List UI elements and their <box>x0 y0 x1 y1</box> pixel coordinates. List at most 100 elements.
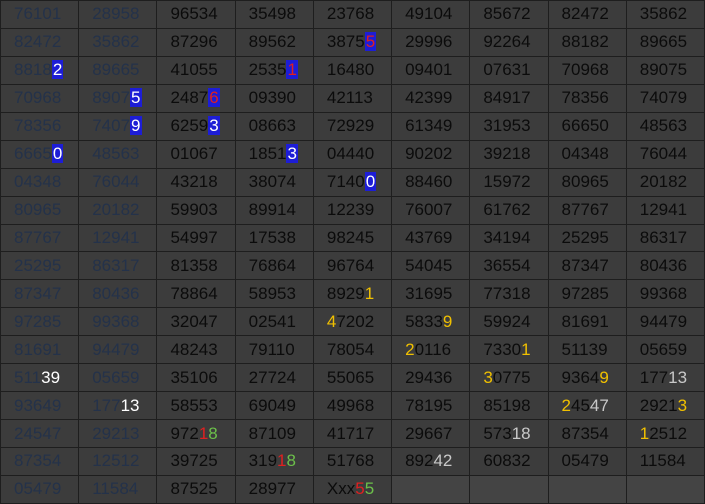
grid-cell[interactable]: 80965 <box>547 167 627 197</box>
grid-cell[interactable]: 11584 <box>78 474 158 504</box>
grid-cell[interactable]: 17713 <box>625 363 705 393</box>
grid-cell[interactable]: 09390 <box>234 83 314 113</box>
grid-cell[interactable]: 73301 <box>469 335 549 365</box>
grid-cell[interactable]: 76007 <box>391 195 471 225</box>
grid-cell[interactable]: 43218 <box>156 167 236 197</box>
grid-cell[interactable]: 12239 <box>312 195 393 225</box>
grid-cell[interactable]: 89562 <box>234 27 314 57</box>
grid-cell[interactable]: 88182 <box>547 27 627 57</box>
grid-cell[interactable]: 02541 <box>234 307 314 337</box>
grid-cell[interactable]: 24547 <box>0 419 80 448</box>
grid-cell[interactable]: 84917 <box>469 83 549 113</box>
grid-cell[interactable]: 93649 <box>0 391 80 421</box>
grid-cell[interactable]: 61349 <box>391 111 471 141</box>
grid-cell[interactable]: 58339 <box>391 307 471 337</box>
grid-cell[interactable]: 42399 <box>391 83 471 113</box>
grid-cell[interactable]: 59924 <box>469 307 549 337</box>
grid-cell[interactable]: 76044 <box>625 139 705 169</box>
grid-cell[interactable]: 89665 <box>625 27 705 57</box>
grid-cell[interactable]: 78864 <box>156 279 236 309</box>
grid-cell[interactable]: 85672 <box>469 0 549 29</box>
grid-cell[interactable]: 89914 <box>234 195 314 225</box>
grid-cell[interactable]: 87767 <box>0 223 80 253</box>
grid-cell[interactable]: 04348 <box>0 167 80 197</box>
grid-cell[interactable]: 04440 <box>312 139 393 169</box>
grid-cell[interactable]: 89242 <box>391 447 471 476</box>
grid-cell[interactable]: 41717 <box>312 419 393 448</box>
grid-cell[interactable]: 77318 <box>469 279 549 309</box>
grid-cell[interactable]: 80965 <box>0 195 80 225</box>
grid-cell[interactable]: 87354 <box>0 447 80 476</box>
grid-cell[interactable]: 29667 <box>391 419 471 448</box>
grid-cell[interactable]: 78195 <box>391 391 471 421</box>
grid-cell-empty[interactable] <box>469 474 549 504</box>
grid-cell[interactable]: 34194 <box>469 223 549 253</box>
grid-cell[interactable]: 89291 <box>312 279 393 309</box>
grid-cell[interactable]: 89075 <box>625 55 705 85</box>
grid-cell[interactable]: 88460 <box>391 167 471 197</box>
grid-cell[interactable]: 05659 <box>625 335 705 365</box>
grid-cell[interactable]: 20182 <box>625 167 705 197</box>
grid-cell[interactable]: 12941 <box>78 223 158 253</box>
grid-cell[interactable]: 05479 <box>547 447 627 476</box>
grid-cell[interactable]: 23768 <box>312 0 393 29</box>
grid-cell[interactable]: 29996 <box>391 27 471 57</box>
grid-cell[interactable]: 01067 <box>156 139 236 169</box>
grid-cell[interactable]: 29213 <box>625 391 705 421</box>
grid-cell[interactable]: 39218 <box>469 139 549 169</box>
grid-cell[interactable]: 07631 <box>469 55 549 85</box>
grid-cell[interactable]: 87109 <box>234 419 314 448</box>
grid-cell[interactable]: 85198 <box>469 391 549 421</box>
grid-cell[interactable]: 48563 <box>625 111 705 141</box>
grid-cell[interactable]: 29436 <box>391 363 471 393</box>
grid-cell[interactable]: 24876 <box>156 83 236 113</box>
grid-cell[interactable]: 35106 <box>156 363 236 393</box>
grid-cell[interactable]: 18513 <box>234 139 314 169</box>
grid-cell[interactable]: 51139 <box>0 363 80 393</box>
grid-cell[interactable]: 49104 <box>391 0 471 29</box>
grid-cell[interactable]: Xxx55 <box>312 474 393 504</box>
grid-cell[interactable]: 72929 <box>312 111 393 141</box>
grid-cell[interactable]: 99368 <box>625 279 705 309</box>
grid-cell[interactable]: 87347 <box>0 279 80 309</box>
grid-cell[interactable]: 28977 <box>234 474 314 504</box>
grid-cell[interactable]: 39725 <box>156 447 236 476</box>
grid-cell[interactable]: 69049 <box>234 391 314 421</box>
grid-cell[interactable]: 66650 <box>0 139 80 169</box>
grid-cell[interactable]: 29213 <box>78 419 158 448</box>
grid-cell[interactable]: 27724 <box>234 363 314 393</box>
grid-cell[interactable]: 99368 <box>78 307 158 337</box>
grid-cell[interactable]: 31695 <box>391 279 471 309</box>
grid-cell[interactable]: 17713 <box>78 391 158 421</box>
grid-cell[interactable]: 87296 <box>156 27 236 57</box>
grid-cell[interactable]: 97285 <box>547 279 627 309</box>
grid-cell[interactable]: 86317 <box>625 223 705 253</box>
grid-cell[interactable]: 31918 <box>234 447 314 476</box>
grid-cell[interactable]: 57318 <box>469 419 549 448</box>
grid-cell[interactable]: 97285 <box>0 307 80 337</box>
grid-cell[interactable]: 20116 <box>391 335 471 365</box>
grid-cell[interactable]: 87525 <box>156 474 236 504</box>
grid-cell[interactable]: 87347 <box>547 251 627 281</box>
grid-cell[interactable]: 74079 <box>625 83 705 113</box>
grid-cell[interactable]: 97218 <box>156 419 236 448</box>
grid-cell[interactable]: 08663 <box>234 111 314 141</box>
grid-cell[interactable]: 87354 <box>547 419 627 448</box>
grid-cell[interactable]: 49968 <box>312 391 393 421</box>
grid-cell[interactable]: 15972 <box>469 167 549 197</box>
grid-cell[interactable]: 58953 <box>234 279 314 309</box>
grid-cell[interactable]: 92264 <box>469 27 549 57</box>
grid-cell[interactable]: 96534 <box>156 0 236 29</box>
grid-cell[interactable]: 35498 <box>234 0 314 29</box>
grid-cell[interactable]: 80436 <box>78 279 158 309</box>
grid-cell[interactable]: 36554 <box>469 251 549 281</box>
grid-cell[interactable]: 54045 <box>391 251 471 281</box>
grid-cell-empty[interactable] <box>625 474 705 504</box>
grid-cell[interactable]: 58553 <box>156 391 236 421</box>
grid-cell[interactable]: 79110 <box>234 335 314 365</box>
grid-cell[interactable]: 12512 <box>625 419 705 448</box>
grid-cell[interactable]: 43769 <box>391 223 471 253</box>
grid-cell[interactable]: 70968 <box>0 83 80 113</box>
grid-cell[interactable]: 42113 <box>312 83 393 113</box>
grid-cell[interactable]: 76101 <box>0 0 80 29</box>
